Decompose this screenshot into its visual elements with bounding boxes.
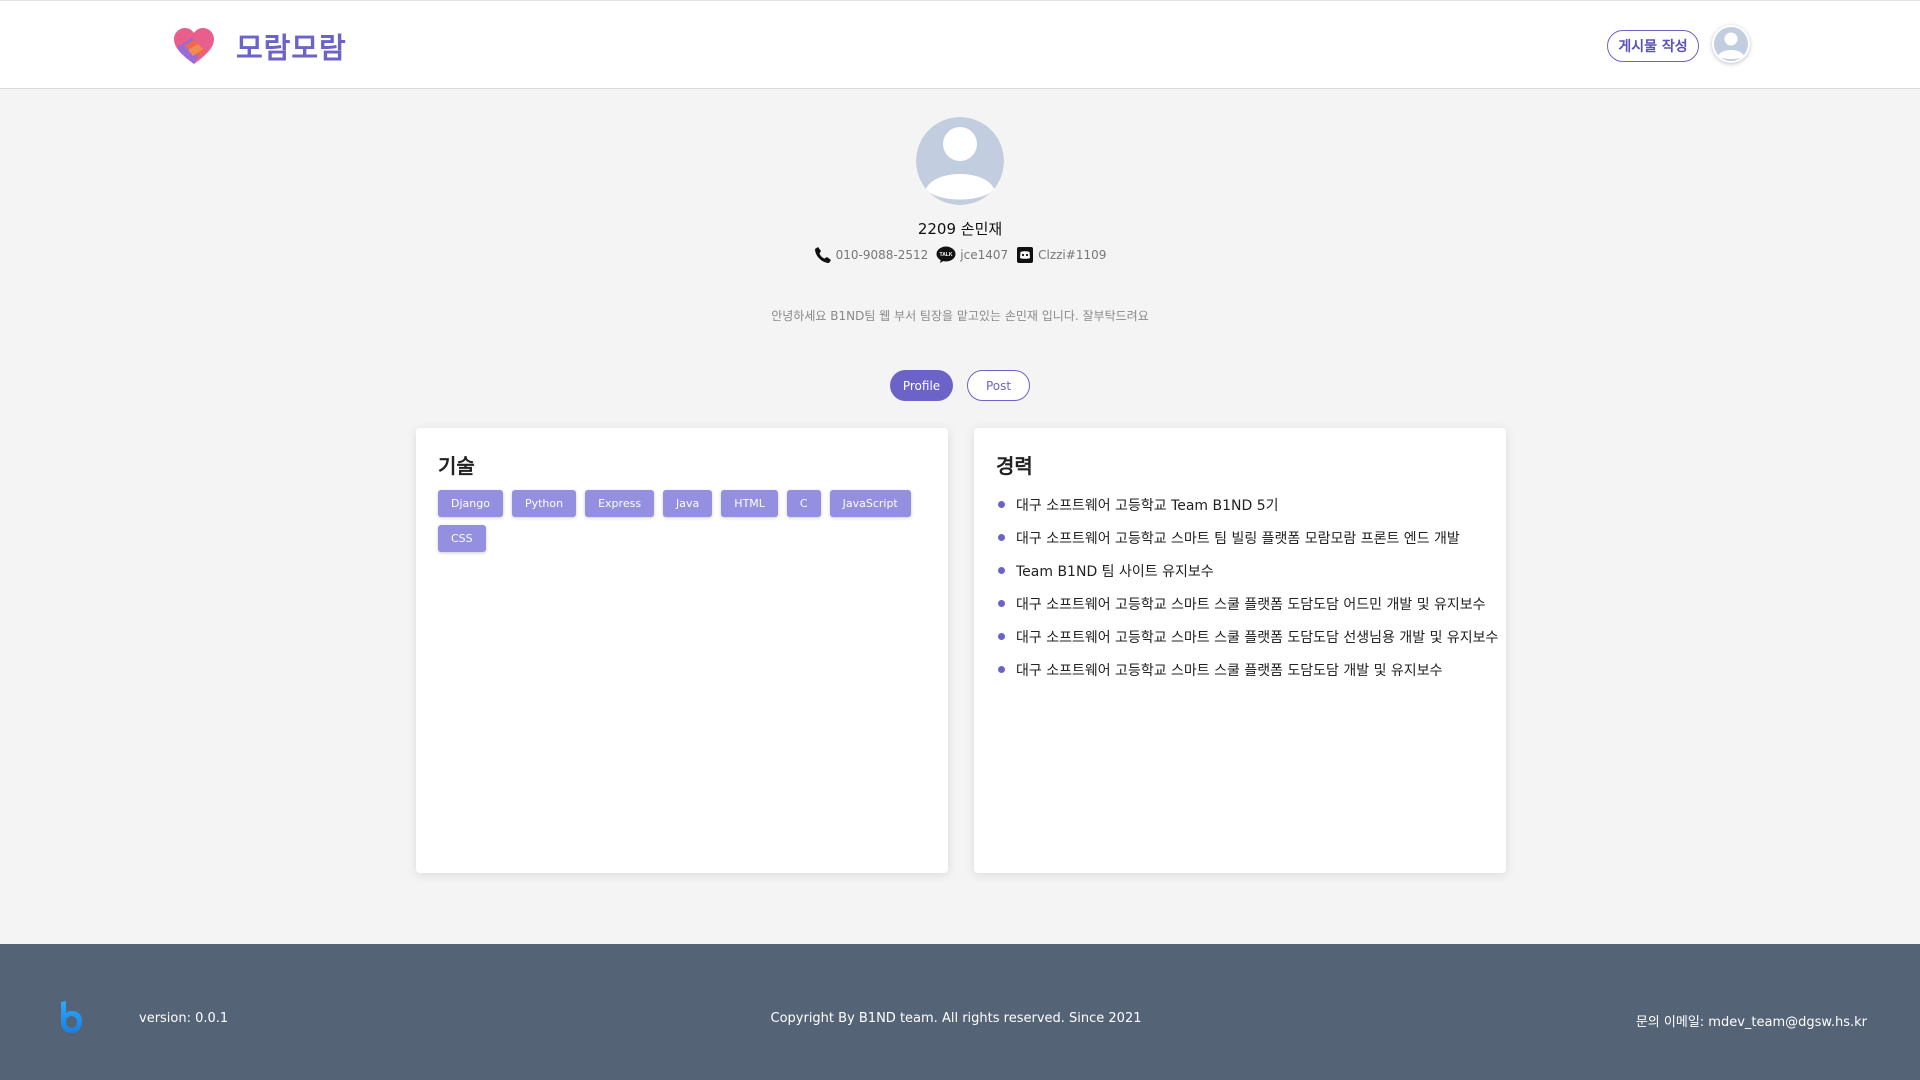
footer-email[interactable]: 문의 이메일: mdev_team@dgsw.hs.kr — [1636, 1011, 1867, 1030]
kakaotalk-badge: TALK — [940, 252, 953, 258]
skill-tag: C — [786, 490, 821, 517]
skill-tag: Python — [511, 490, 577, 517]
career-text: 대구 소프트웨어 고등학교 Team B1ND 5기 — [1016, 497, 1279, 514]
top-navbar: 모람모람 게시물 작성 — [0, 0, 1920, 89]
footer-copyright: Copyright By B1ND team. All rights reser… — [770, 1011, 1142, 1026]
bullet-dot — [998, 600, 1005, 607]
home-logo-link[interactable]: 모람모람 — [172, 25, 347, 67]
career-text: 대구 소프트웨어 고등학교 스마트 스쿨 플랫폼 도담도담 선생님용 개발 및 … — [1016, 629, 1499, 646]
list-item: 대구 소프트웨어 고등학교 스마트 스쿨 플랫폼 도담도담 선생님용 개발 및 … — [998, 620, 1498, 653]
footer: version: 0.0.1 Copyright By B1ND team. A… — [0, 944, 1920, 1080]
career-text: 대구 소프트웨어 고등학교 스마트 스쿨 플랫폼 도담도담 어드민 개발 및 유… — [1016, 596, 1486, 613]
career-card: 경력 대구 소프트웨어 고등학교 Team B1ND 5기 대구 소프트웨어 고… — [974, 428, 1506, 873]
user-avatar-icon — [916, 117, 1004, 205]
skill-tag-list: Django Python Express Java HTML C JavaSc… — [438, 490, 938, 560]
list-item: 대구 소프트웨어 고등학교 스마트 팀 빌링 플랫폼 모람모람 프론트 엔드 개… — [998, 521, 1498, 554]
user-avatar-button[interactable] — [1712, 25, 1750, 63]
skill-tag: Django — [438, 490, 503, 517]
skill-tag: Java — [663, 490, 713, 517]
tab-profile[interactable]: Profile — [890, 370, 953, 401]
contact-phone: 010-9088-2512 — [814, 246, 929, 264]
list-item: 대구 소프트웨어 고등학교 스마트 스쿨 플랫폼 도담도담 어드민 개발 및 유… — [998, 587, 1498, 620]
profile-intro: 안녕하세요 B1ND팀 웹 부서 팀장을 맡고있는 손민재 입니다. 잘부탁드려… — [771, 309, 1149, 323]
profile-name: 2209 손민재 — [917, 220, 1003, 238]
skill-tag: HTML — [721, 490, 778, 517]
phone-icon — [814, 247, 831, 263]
skill-tag: Express — [585, 490, 655, 517]
skill-tag: JavaScript — [829, 490, 911, 517]
discord-icon — [1017, 247, 1034, 263]
skills-card: 기술 Django Python Express Java HTML C Jav… — [416, 428, 948, 873]
career-list: 대구 소프트웨어 고등학교 Team B1ND 5기 대구 소프트웨어 고등학교… — [998, 488, 1498, 686]
bullet-dot — [998, 501, 1005, 508]
bullet-dot — [998, 567, 1005, 574]
tab-post[interactable]: Post — [967, 370, 1030, 401]
write-post-button[interactable]: 게시물 작성 — [1607, 30, 1699, 62]
bullet-dot — [998, 633, 1005, 640]
kakao-id: jce1407 — [960, 248, 1009, 262]
bullet-dot — [998, 666, 1005, 673]
heart-handshake-icon — [174, 28, 214, 64]
skills-title: 기술 — [438, 454, 475, 478]
bullet-dot — [998, 534, 1005, 541]
kakaotalk-icon: TALK — [936, 246, 956, 263]
list-item: 대구 소프트웨어 고등학교 Team B1ND 5기 — [998, 488, 1498, 521]
contact-list: 010-9088-2512 TALK jce1407 Clzzi#1109 — [0, 246, 1920, 264]
discord-id: Clzzi#1109 — [1038, 248, 1107, 262]
list-item: Team B1ND 팀 사이트 유지보수 — [998, 554, 1498, 587]
contact-kakao: TALK jce1407 — [936, 246, 1008, 264]
user-avatar-icon — [1714, 27, 1748, 61]
career-text: Team B1ND 팀 사이트 유지보수 — [1016, 563, 1214, 580]
contact-discord: Clzzi#1109 — [1016, 246, 1106, 264]
list-item: 대구 소프트웨어 고등학교 스마트 스쿨 플랫폼 도담도담 개발 및 유지보수 — [998, 653, 1498, 686]
career-text: 대구 소프트웨어 고등학교 스마트 팀 빌링 플랫폼 모람모람 프론트 엔드 개… — [1016, 530, 1460, 547]
profile-avatar — [916, 117, 1004, 205]
profile-tabs: Profile Post — [890, 370, 1030, 401]
career-text: 대구 소프트웨어 고등학교 스마트 스쿨 플랫폼 도담도담 개발 및 유지보수 — [1016, 662, 1443, 679]
phone-number: 010-9088-2512 — [835, 248, 929, 262]
career-title: 경력 — [996, 454, 1033, 478]
skill-tag: CSS — [438, 525, 486, 552]
logo-text: 모람모람 — [236, 31, 347, 65]
